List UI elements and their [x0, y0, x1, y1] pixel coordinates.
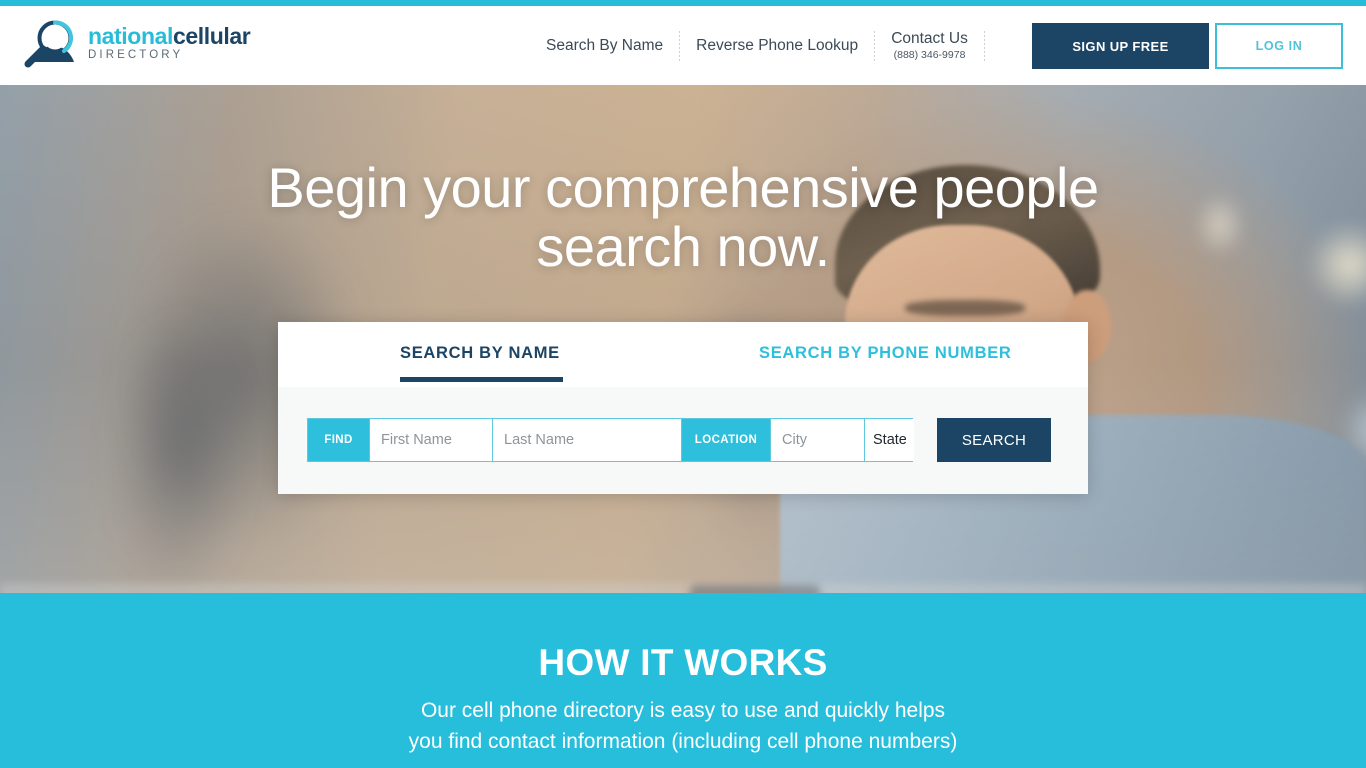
find-label: FIND [308, 419, 369, 461]
how-it-works-title: HOW IT WORKS [538, 642, 828, 683]
find-field-group: FIND [307, 418, 694, 462]
logo-text-national: national [88, 22, 173, 49]
hero-heading: Begin your comprehensive people search n… [0, 156, 1366, 278]
state-select[interactable]: State [864, 419, 914, 461]
site-header: nationalcellular DIRECTORY Search By Nam… [0, 6, 1366, 85]
nav-link-contact-us[interactable]: Contact Us (888) 346-9978 [875, 30, 984, 61]
logo-wordmark: nationalcellular DIRECTORY [88, 22, 251, 62]
hero-heading-line-2: search now. [536, 214, 830, 278]
location-label: LOCATION [682, 419, 770, 461]
search-tabs: SEARCH BY NAME SEARCH BY PHONE NUMBER [278, 322, 1088, 387]
magnifying-glass-person-logo-icon [24, 18, 82, 68]
first-name-input[interactable] [369, 419, 492, 461]
how-it-works-subtitle: Our cell phone directory is easy to use … [0, 695, 1366, 757]
contact-us-label: Contact Us [891, 30, 968, 48]
log-in-button[interactable]: LOG IN [1215, 23, 1343, 69]
hero-heading-line-1: Begin your comprehensive people [267, 156, 1099, 219]
active-tab-underline [400, 377, 563, 382]
how-it-works-section: HOW IT WORKS Our cell phone directory is… [0, 593, 1366, 768]
city-input[interactable] [770, 419, 864, 461]
how-it-works-subtitle-text: Our cell phone directory is easy to use … [408, 699, 958, 754]
nav-separator [983, 30, 985, 61]
main-navigation: Search By Name Reverse Phone Lookup Cont… [530, 6, 985, 85]
search-form: FIND LOCATION State SEARCH [278, 387, 1088, 494]
search-card: SEARCH BY NAME SEARCH BY PHONE NUMBER FI… [278, 322, 1088, 494]
nav-link-reverse-phone-lookup[interactable]: Reverse Phone Lookup [680, 37, 874, 55]
logo-text-directory: DIRECTORY [88, 48, 184, 61]
last-name-input[interactable] [492, 419, 694, 461]
search-button[interactable]: SEARCH [937, 418, 1051, 462]
sign-up-free-button[interactable]: SIGN UP FREE [1032, 23, 1209, 69]
tab-search-by-name[interactable]: SEARCH BY NAME [400, 344, 560, 363]
contact-phone-number: (888) 346-9978 [893, 48, 966, 61]
location-field-group: LOCATION State [681, 418, 914, 462]
landing-page: nationalcellular DIRECTORY Search By Nam… [0, 0, 1366, 768]
logo-text-cellular: cellular [172, 22, 251, 49]
nav-link-search-by-name[interactable]: Search By Name [530, 37, 679, 55]
tab-search-by-phone-number[interactable]: SEARCH BY PHONE NUMBER [759, 344, 1012, 363]
site-logo[interactable]: nationalcellular DIRECTORY [24, 18, 251, 68]
